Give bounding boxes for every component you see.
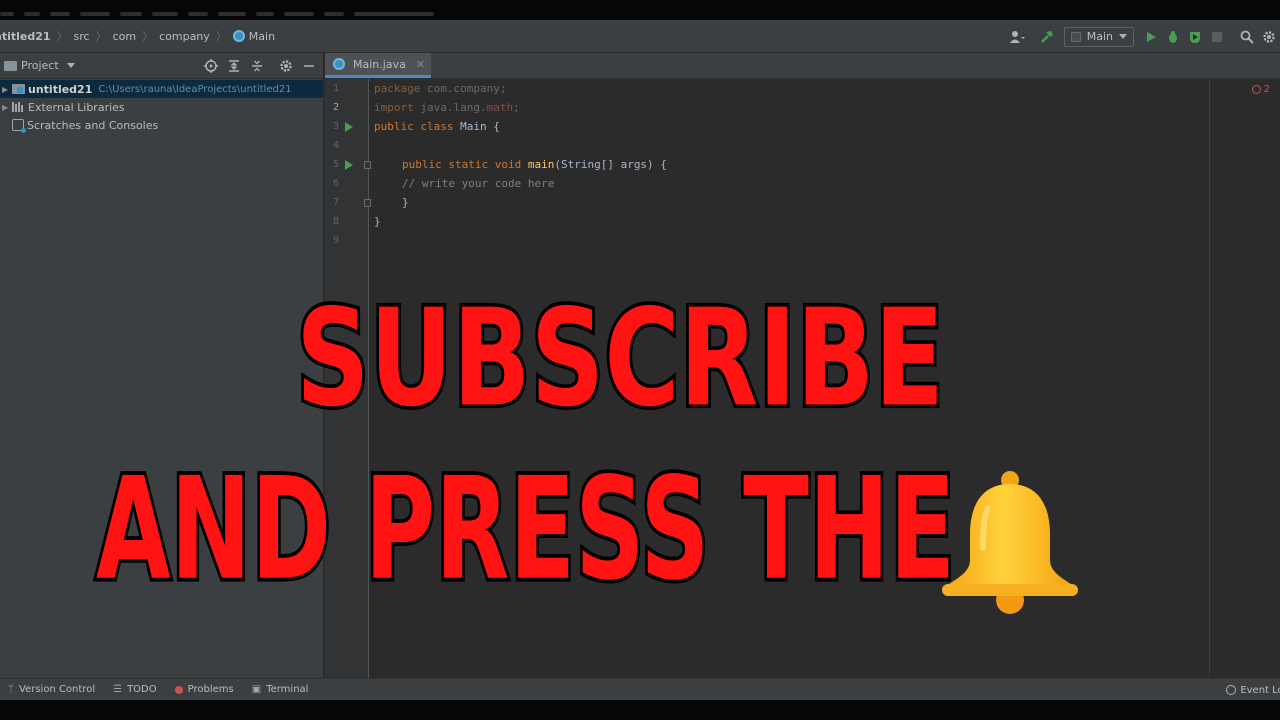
tree-item-path: C:\Users\rauna\IdeaProjects\untitled21 — [98, 83, 292, 95]
event-log-icon — [1226, 685, 1237, 695]
scratches-icon — [12, 119, 26, 133]
close-icon[interactable]: ✕ — [416, 58, 425, 71]
chevron-down-icon[interactable] — [66, 63, 75, 68]
error-count: 2 — [1263, 84, 1270, 95]
library-icon — [12, 102, 25, 112]
terminal-icon: ▣ — [251, 684, 262, 695]
chevron-right-icon: 〉 — [215, 30, 227, 43]
tool-window-label: TODO — [127, 684, 157, 695]
project-view-selector[interactable]: Project — [21, 59, 59, 72]
navigation-bar: ntitled21 〉 src 〉 com 〉 company 〉 Main M… — [0, 20, 1280, 53]
run-gutter-icon[interactable] — [345, 160, 353, 170]
fold-icon[interactable] — [364, 199, 371, 207]
locate-target-icon[interactable] — [201, 55, 221, 77]
breadcrumb-com[interactable]: com — [113, 30, 137, 43]
java-class-icon — [1070, 31, 1081, 42]
tool-window-label: Terminal — [266, 684, 309, 695]
tree-item-label: External Libraries — [28, 100, 125, 114]
java-class-icon — [333, 58, 345, 70]
tab-label: Main.java — [353, 57, 406, 71]
breadcrumb: ntitled21 〉 src 〉 com 〉 company 〉 Main — [0, 20, 275, 53]
tab-main-java[interactable]: Main.java ✕ — [325, 53, 432, 78]
breadcrumb-project[interactable]: ntitled21 — [0, 30, 51, 43]
module-folder-icon — [12, 84, 25, 94]
line-number: 2 — [332, 102, 339, 113]
project-panel-toolbar — [201, 55, 319, 77]
tool-window-todo[interactable]: ☰ TODO — [113, 684, 157, 695]
gear-icon[interactable] — [276, 55, 296, 77]
search-icon[interactable] — [1236, 26, 1258, 48]
chevron-right-icon[interactable]: ▶ — [2, 85, 12, 94]
right-margin-guide — [1209, 79, 1210, 678]
chevron-right-icon: 〉 — [56, 30, 68, 43]
subscribe-overlay-text: SUBSCRIBE — [293, 276, 947, 439]
error-icon — [1251, 85, 1261, 94]
code-line-5: public static void main(String[] args) { — [402, 158, 667, 171]
line-number: 7 — [332, 197, 339, 208]
expand-all-icon[interactable] — [224, 55, 244, 77]
line-number: 4 — [332, 140, 339, 151]
minimize-icon[interactable] — [299, 55, 319, 77]
user-icon[interactable] — [1006, 26, 1028, 48]
breadcrumb-src[interactable]: src — [74, 30, 90, 43]
line-number: 5 — [332, 159, 339, 170]
tree-item-external-libraries[interactable]: ▶ External Libraries — [0, 98, 323, 116]
project-panel-header: Project — [0, 53, 323, 79]
fold-icon[interactable] — [364, 161, 371, 169]
tool-window-label: Problems — [187, 684, 234, 695]
press-the-overlay-text: AND PRESS THE — [93, 444, 957, 615]
main-toolbar: Main — [1006, 20, 1280, 53]
menu-bar-cropped — [0, 8, 434, 20]
branch-icon: ᛘ — [8, 684, 14, 695]
tree-item-label: untitled21 — [28, 82, 93, 96]
line-number: 8 — [332, 216, 339, 227]
line-number: 6 — [332, 178, 339, 189]
build-hammer-icon[interactable] — [1036, 26, 1058, 48]
debug-icon[interactable] — [1162, 26, 1184, 48]
gear-icon[interactable] — [1258, 26, 1280, 48]
line-number: 3 — [332, 121, 339, 132]
folder-icon — [4, 60, 17, 71]
error-icon — [174, 685, 183, 694]
chevron-right-icon: 〉 — [95, 30, 107, 43]
tree-item-label: Scratches and Consoles — [27, 118, 159, 132]
letterbox-top — [0, 0, 1280, 20]
bell-icon — [942, 471, 1078, 614]
run-gutter-icon[interactable] — [345, 122, 353, 132]
code-line-7: } — [402, 196, 409, 209]
letterbox-bottom — [0, 700, 1280, 720]
stop-icon[interactable] — [1206, 26, 1228, 48]
editor-tabs: Main.java ✕ — [325, 53, 1280, 79]
list-icon: ☰ — [113, 684, 123, 695]
line-number: 9 — [332, 235, 339, 246]
status-bar: ᛘ Version Control ☰ TODO Problems ▣ Term… — [0, 678, 1280, 700]
tree-item-project-root[interactable]: ▶ untitled21 C:\Users\rauna\IdeaProjects… — [0, 80, 323, 98]
tool-window-terminal[interactable]: ▣ Terminal — [252, 684, 309, 695]
breadcrumb-main[interactable]: Main — [249, 30, 275, 43]
code-line-3: public class Main { — [374, 120, 500, 133]
run-icon[interactable] — [1140, 26, 1162, 48]
code-line-8: } — [374, 215, 381, 228]
collapse-all-icon[interactable] — [247, 55, 267, 77]
event-log-label: Event Log — [1240, 684, 1280, 696]
breadcrumb-company[interactable]: company — [159, 30, 210, 43]
chevron-right-icon: 〉 — [142, 30, 154, 43]
tool-window-label: Version Control — [19, 684, 96, 695]
tool-window-version-control[interactable]: ᛘ Version Control — [8, 684, 95, 695]
run-configuration-label: Main — [1086, 30, 1113, 43]
chevron-right-icon[interactable]: ▶ — [2, 103, 12, 112]
coverage-icon[interactable] — [1184, 26, 1206, 48]
code-line-2: import java.lang.math; — [374, 101, 520, 114]
tool-window-problems[interactable]: Problems — [174, 684, 234, 695]
code-line-6: // write your code here — [402, 177, 555, 190]
inspection-widget[interactable]: 2 — [1251, 84, 1270, 95]
event-log-button[interactable]: Event Log — [1226, 679, 1280, 701]
run-configuration-select[interactable]: Main — [1063, 26, 1134, 47]
tree-item-scratches[interactable]: Scratches and Consoles — [0, 116, 323, 134]
code-line-1: package com.company; — [374, 82, 507, 95]
java-class-icon — [232, 30, 245, 42]
chevron-down-icon — [1119, 34, 1127, 39]
project-tree: ▶ untitled21 C:\Users\rauna\IdeaProjects… — [0, 79, 323, 134]
line-number: 1 — [332, 83, 339, 94]
